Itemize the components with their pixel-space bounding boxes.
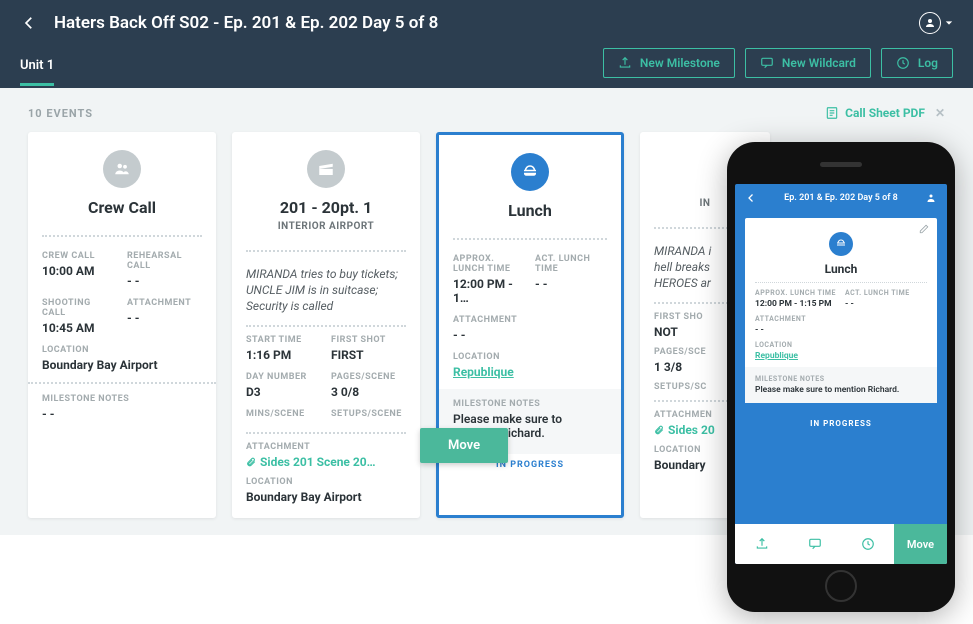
label: LOCATION	[246, 477, 406, 487]
paperclip-icon	[654, 425, 664, 435]
phone-screen: Ep. 201 & Ep. 202 Day 5 of 8 Lunch APPRO…	[735, 184, 947, 564]
value: 10:00 AM	[42, 264, 117, 278]
card-title: Crew Call	[40, 198, 204, 217]
value: Boundary Bay Airport	[246, 490, 406, 504]
value: 10:45 AM	[42, 321, 117, 335]
app-header: Haters Back Off S02 - Ep. 201 & Ep. 202 …	[0, 0, 973, 88]
label: ACT. LUNCH TIME	[535, 254, 607, 274]
phone-back-icon[interactable]	[745, 192, 757, 204]
move-button[interactable]: Move	[420, 428, 508, 463]
card-title: 201 - 20pt. 1	[244, 198, 408, 217]
attachment-name: Sides 20	[668, 423, 715, 437]
phone-speaker	[820, 162, 862, 167]
phone-location-link[interactable]: Republique	[755, 351, 927, 361]
label: MILESTONE NOTES	[755, 375, 927, 383]
label: LOCATION	[453, 352, 607, 362]
label: LOCATION	[755, 341, 927, 349]
attachment-link[interactable]: Sides 201 Scene 20…	[246, 455, 406, 469]
page-title: Haters Back Off S02 - Ep. 201 & Ep. 202 …	[54, 13, 438, 33]
edit-icon[interactable]	[919, 224, 929, 234]
clock-icon	[896, 56, 910, 70]
label: LOCATION	[42, 345, 202, 355]
phone-log-button[interactable]	[841, 524, 894, 564]
value: - -	[845, 299, 927, 309]
value: - -	[42, 407, 202, 421]
value: 1:16 PM	[246, 348, 321, 362]
label: MILESTONE NOTES	[453, 399, 607, 409]
notes-text: Please make sure to mention Richard.	[755, 385, 927, 395]
label: ACT. LUNCH TIME	[845, 289, 927, 297]
phone-wildcard-button[interactable]	[788, 524, 841, 564]
value: - -	[127, 274, 202, 288]
value: 12:00 PM - 1…	[453, 277, 525, 305]
phone-move-button[interactable]: Move	[894, 524, 947, 564]
phone-lunch-icon	[829, 232, 853, 256]
value: - -	[453, 328, 607, 342]
label: FIRST SHOT	[331, 335, 406, 345]
label: APPROX. LUNCH TIME	[453, 254, 525, 274]
scene-description: MIRANDA tries to buy tickets; UNCLE JIM …	[246, 266, 406, 315]
value: 12:00 PM - 1:15 PM	[755, 299, 837, 309]
label: REHEARSAL CALL	[127, 251, 202, 271]
phone-title: Ep. 201 & Ep. 202 Day 5 of 8	[757, 193, 925, 203]
crew-icon	[103, 150, 141, 188]
label: ATTACHMENT	[453, 315, 607, 325]
back-arrow-icon[interactable]	[20, 14, 38, 32]
log-button[interactable]: Log	[881, 48, 953, 78]
attachment-name: Sides 201 Scene 20…	[260, 455, 376, 469]
label: ATTACHMENT	[755, 315, 927, 323]
value: D3	[246, 385, 321, 399]
label: APPROX. LUNCH TIME	[755, 289, 837, 297]
call-sheet-label: Call Sheet PDF	[845, 106, 925, 120]
tab-unit-1[interactable]: Unit 1	[20, 50, 54, 86]
phone-header: Ep. 201 & Ep. 202 Day 5 of 8	[735, 184, 947, 212]
card-scene-201[interactable]: 201 - 20pt. 1 INTERIOR AIRPORT MIRANDA t…	[232, 132, 420, 518]
label: MINS/SCENE	[246, 409, 321, 419]
new-wildcard-label: New Wildcard	[782, 56, 856, 70]
card-subtitle: INTERIOR AIRPORT	[244, 221, 408, 232]
label: ATTACHMENT	[127, 298, 202, 308]
label: MILESTONE NOTES	[42, 394, 202, 404]
label: SETUPS/SCENE	[331, 409, 406, 419]
new-milestone-label: New Milestone	[640, 56, 720, 70]
log-label: Log	[918, 56, 938, 70]
events-count: 10 EVENTS	[28, 107, 93, 120]
label: START TIME	[246, 335, 321, 345]
new-milestone-button[interactable]: New Milestone	[603, 48, 735, 78]
value: - -	[127, 311, 202, 325]
pdf-icon	[825, 106, 839, 120]
phone-milestone-button[interactable]	[735, 524, 788, 564]
call-sheet-pdf-button[interactable]: Call Sheet PDF ✕	[825, 106, 945, 120]
chevron-down-icon	[945, 19, 953, 27]
upload-icon	[618, 56, 632, 70]
phone-card[interactable]: Lunch APPROX. LUNCH TIME 12:00 PM - 1:15 …	[745, 218, 937, 403]
value: - -	[535, 277, 607, 291]
label: DAY NUMBER	[246, 372, 321, 382]
location-link[interactable]: Republique	[453, 365, 607, 379]
value: FIRST	[331, 348, 406, 362]
close-icon[interactable]: ✕	[935, 106, 945, 120]
card-title: Lunch	[451, 201, 609, 220]
chat-icon	[760, 56, 774, 70]
new-wildcard-button[interactable]: New Wildcard	[745, 48, 871, 78]
value: - -	[755, 325, 927, 335]
phone-status: IN PROGRESS	[735, 409, 947, 438]
phone-home-button[interactable]	[825, 570, 857, 602]
paperclip-icon	[246, 457, 256, 467]
phone-footer: Move	[735, 524, 947, 564]
card-crew-call[interactable]: Crew Call CREW CALL 10:00 AM REHEARSAL CA…	[28, 132, 216, 518]
lunch-icon	[511, 153, 549, 191]
value: Boundary Bay Airport	[42, 358, 202, 372]
phone-mockup: Ep. 201 & Ep. 202 Day 5 of 8 Lunch APPRO…	[727, 142, 955, 612]
value: 3 0/8	[331, 385, 406, 399]
label: PAGES/SCENE	[331, 372, 406, 382]
avatar-icon	[919, 12, 941, 34]
label: SHOOTING CALL	[42, 298, 117, 318]
phone-user-menu[interactable]	[925, 192, 937, 204]
clapper-icon	[307, 150, 345, 188]
phone-card-title: Lunch	[755, 262, 927, 276]
user-menu[interactable]	[919, 12, 953, 34]
label: ATTACHMENT	[246, 442, 406, 452]
label: CREW CALL	[42, 251, 117, 261]
